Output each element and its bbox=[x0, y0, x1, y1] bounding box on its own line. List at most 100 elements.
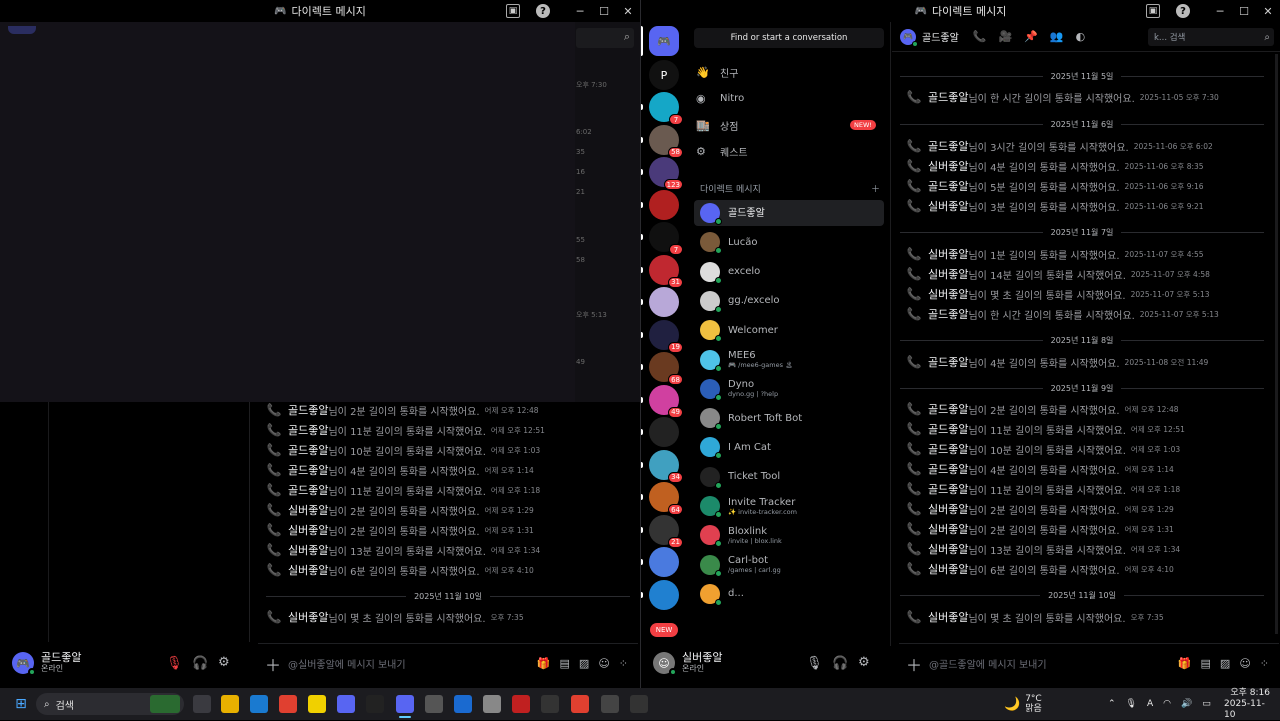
message-author[interactable]: 실버좋알 bbox=[928, 266, 968, 282]
message-author[interactable]: 실버좋알 bbox=[928, 286, 968, 302]
create-dm-plus-icon[interactable]: ＋ bbox=[871, 182, 880, 195]
user-profile-icon[interactable]: ◐ bbox=[1076, 30, 1086, 43]
message-author[interactable]: 실버좋알 bbox=[288, 522, 328, 538]
dm-item[interactable]: Dyno dyno.gg | ?help bbox=[694, 376, 884, 402]
server-icon[interactable] bbox=[649, 189, 679, 220]
server-icon[interactable]: 7 bbox=[649, 222, 683, 255]
headphones-icon[interactable]: 🎧 bbox=[832, 656, 848, 671]
app-icon[interactable] bbox=[541, 695, 559, 713]
dm-item[interactable]: Carl-bot/games | carl.gg bbox=[694, 552, 884, 578]
sticker-icon[interactable]: ▨ bbox=[579, 657, 589, 670]
chrome-icon[interactable] bbox=[571, 695, 589, 713]
mic-tray-icon[interactable]: 🎙 bbox=[1126, 699, 1137, 709]
avatar[interactable]: ☺ bbox=[653, 652, 677, 676]
add-attachment-icon[interactable]: ＋ bbox=[899, 652, 929, 676]
video-call-icon[interactable]: 🎥 bbox=[999, 30, 1013, 43]
gif-icon[interactable]: ▤ bbox=[560, 657, 570, 670]
message-author[interactable]: 실버좋알 bbox=[288, 502, 328, 518]
message-author[interactable]: 골드좋알 bbox=[928, 421, 968, 437]
right-message-input[interactable]: @골드좋알에 메시지 보내기 bbox=[929, 656, 1178, 671]
message-author[interactable]: 골드좋알 bbox=[288, 462, 328, 478]
server-icon[interactable]: 49 bbox=[649, 384, 683, 418]
nav-nitro[interactable]: ◉ Nitro bbox=[696, 87, 884, 111]
dm-item[interactable]: Bloxlink/invite | blox.link bbox=[694, 522, 884, 548]
nav-shop[interactable]: 🏬 상점 NEW! bbox=[696, 113, 884, 137]
server-icon[interactable]: 123 bbox=[649, 157, 683, 190]
right-message-composer[interactable]: ＋ @골드좋알에 메시지 보내기 🎁 ▤ ▨ ☺ ⁘ bbox=[899, 643, 1279, 683]
emoji-icon[interactable]: ☺ bbox=[598, 657, 609, 670]
message-author[interactable]: 실버좋알 bbox=[928, 609, 968, 625]
server-p-icon[interactable]: P bbox=[649, 60, 679, 90]
server-icon[interactable]: 7 bbox=[649, 92, 683, 125]
left-message-input[interactable]: @실버좋알에 메시지 보내기 bbox=[288, 656, 537, 671]
left-search-box[interactable]: ⌕ bbox=[576, 28, 634, 48]
mic-icon[interactable]: 🎙 bbox=[806, 656, 823, 671]
notepad-icon[interactable] bbox=[483, 695, 501, 713]
find-conversation-button[interactable]: Find or start a conversation bbox=[694, 28, 884, 48]
inbox-icon[interactable]: ▣ bbox=[506, 4, 520, 18]
message-author[interactable]: 골드좋알 bbox=[288, 482, 328, 498]
right-user-panel[interactable]: ☺ 실버좋알 온라인 bbox=[653, 651, 883, 676]
obs-icon[interactable] bbox=[601, 695, 619, 713]
settings-gear-icon[interactable]: ⚙ bbox=[218, 655, 230, 670]
dm-item[interactable]: d... bbox=[694, 581, 884, 607]
minimize-button[interactable]: ─ bbox=[568, 5, 592, 18]
terminal-icon[interactable] bbox=[630, 695, 648, 713]
message-author[interactable]: 골드좋알 bbox=[928, 401, 968, 417]
message-author[interactable]: 실버좋알 bbox=[288, 542, 328, 558]
dm-item[interactable]: Welcomer bbox=[694, 317, 884, 343]
close-button[interactable]: ✕ bbox=[616, 5, 640, 18]
close-button[interactable]: ✕ bbox=[1256, 5, 1280, 18]
weather-widget[interactable]: 🌙 7°C 맑음 bbox=[1004, 688, 1042, 720]
message-author[interactable]: 골드좋알 bbox=[928, 461, 968, 477]
message-author[interactable]: 실버좋알 bbox=[928, 158, 968, 174]
task-view-icon[interactable] bbox=[193, 695, 211, 713]
widgets-icon[interactable] bbox=[150, 695, 180, 713]
headphones-icon[interactable]: 🎧 bbox=[192, 656, 208, 671]
server-icon[interactable] bbox=[649, 547, 679, 577]
volume-icon[interactable]: 🔊 bbox=[1181, 699, 1192, 709]
nav-quests[interactable]: ⚙ 퀘스트 bbox=[696, 140, 884, 164]
scrollbar[interactable] bbox=[1275, 54, 1278, 634]
dm-item[interactable]: Lucão bbox=[694, 229, 884, 255]
avatar[interactable]: 🎮 bbox=[12, 652, 36, 676]
gift-icon[interactable]: 🎁 bbox=[537, 657, 551, 670]
nav-friends[interactable]: 👋 친구 bbox=[696, 60, 884, 84]
new-tag[interactable]: NEW bbox=[650, 623, 678, 637]
dm-item[interactable]: Robert Toft Bot bbox=[694, 405, 884, 431]
sticker-icon[interactable]: ▨ bbox=[1220, 657, 1230, 670]
store-icon[interactable] bbox=[250, 695, 268, 713]
server-icon[interactable] bbox=[649, 579, 679, 610]
message-author[interactable]: 골드좋알 bbox=[928, 89, 968, 105]
message-author[interactable]: 실버좋알 bbox=[928, 198, 968, 214]
dm-item[interactable]: excelo bbox=[694, 259, 884, 285]
message-author[interactable]: 실버좋알 bbox=[928, 246, 968, 262]
apps-icon[interactable]: ⁘ bbox=[1260, 657, 1269, 670]
message-author[interactable]: 골드좋알 bbox=[928, 178, 968, 194]
mic-muted-icon[interactable]: 🎙 bbox=[166, 656, 183, 671]
message-author[interactable]: 실버좋알 bbox=[288, 609, 328, 625]
chat-search-input[interactable]: k... 검색 ⌕ bbox=[1148, 28, 1274, 46]
kakaotalk-icon[interactable] bbox=[308, 695, 326, 713]
server-icon[interactable]: 19 bbox=[649, 319, 683, 353]
server-icon[interactable]: 68 bbox=[649, 352, 683, 385]
message-author[interactable]: 골드좋알 bbox=[928, 441, 968, 457]
message-author[interactable]: 실버좋알 bbox=[928, 541, 968, 557]
discord-home-icon[interactable]: 🎮 bbox=[649, 26, 679, 56]
message-author[interactable]: 골드좋알 bbox=[928, 138, 968, 154]
app-icon[interactable] bbox=[454, 695, 472, 713]
server-icon[interactable]: 58 bbox=[649, 124, 683, 158]
app-icon[interactable] bbox=[512, 695, 530, 713]
app-icon[interactable] bbox=[366, 695, 384, 713]
message-author[interactable]: 골드좋알 bbox=[288, 422, 328, 438]
add-attachment-icon[interactable]: ＋ bbox=[258, 652, 288, 676]
dm-item[interactable]: MEE6 🎮 /mee6-games 🏝 bbox=[694, 347, 884, 373]
help-icon[interactable]: ? bbox=[536, 4, 550, 18]
server-icon[interactable]: 31 bbox=[649, 254, 683, 288]
message-author[interactable]: 골드좋알 bbox=[928, 306, 968, 322]
server-icon[interactable]: 21 bbox=[649, 514, 683, 548]
voice-call-icon[interactable]: 📞 bbox=[973, 30, 987, 43]
discord-icon[interactable] bbox=[337, 695, 355, 713]
dm-item[interactable]: Ticket Tool bbox=[694, 464, 884, 490]
battery-icon[interactable]: ▭ bbox=[1202, 699, 1211, 709]
